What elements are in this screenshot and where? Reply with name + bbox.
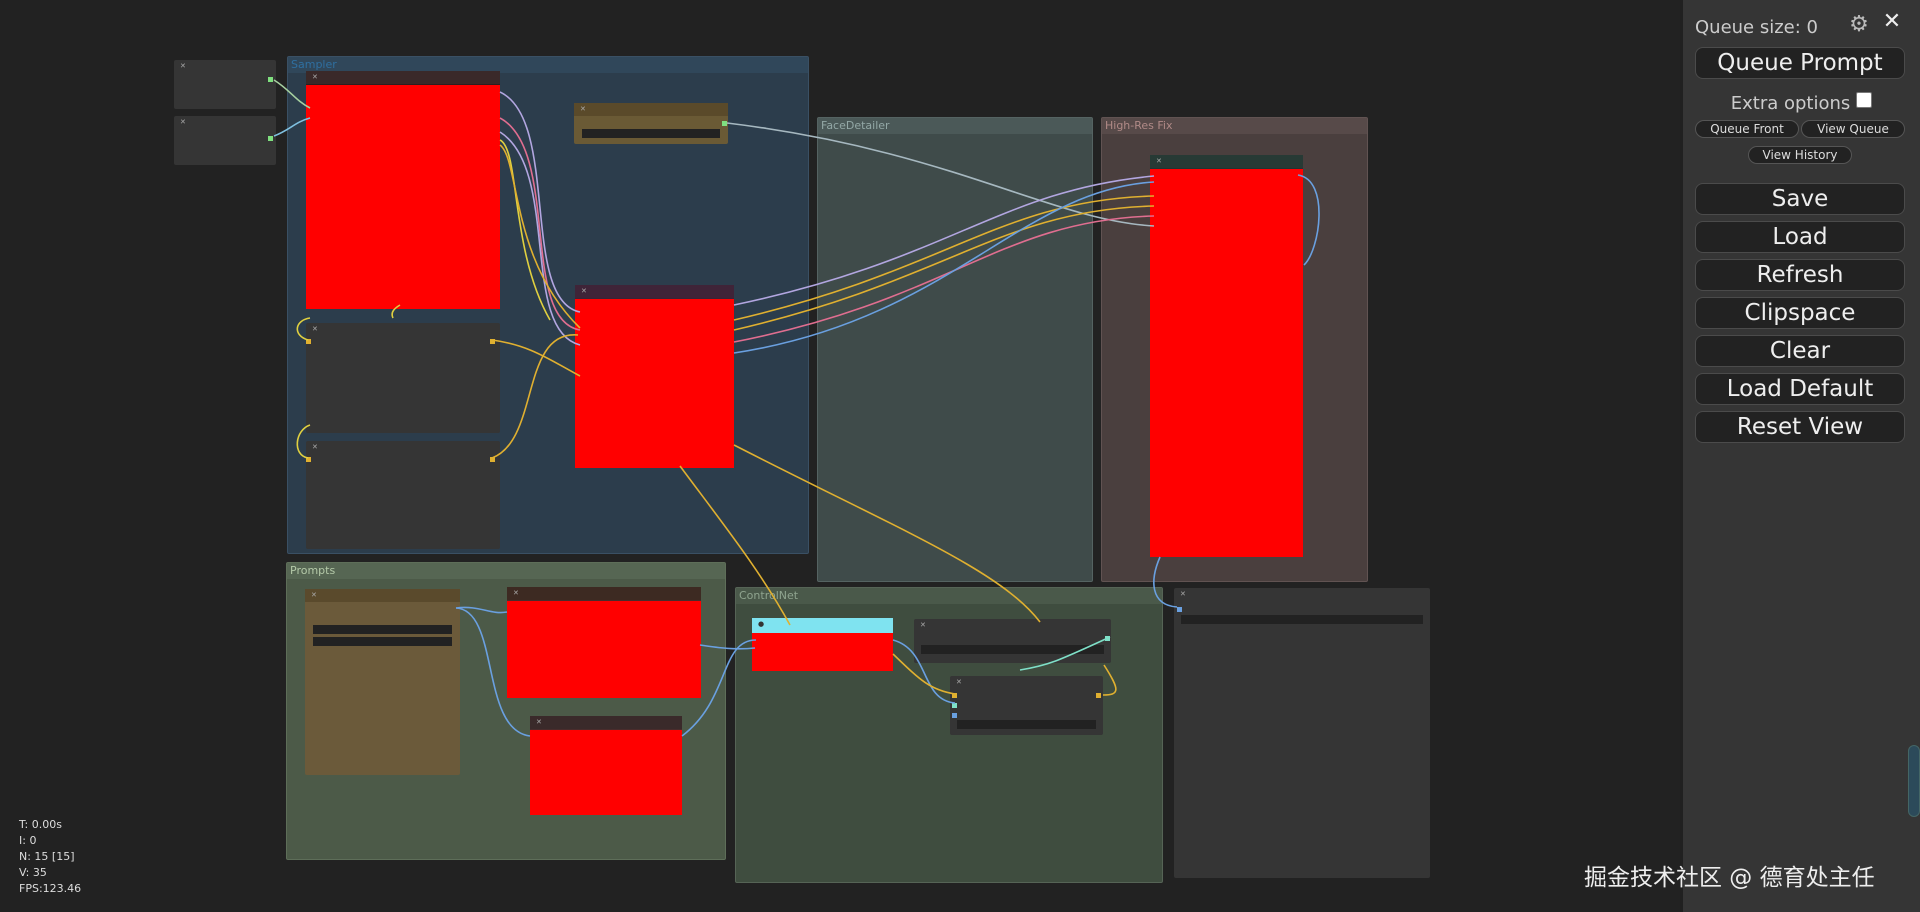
widget-value[interactable]: [957, 720, 1096, 729]
node-negative-prompt[interactable]: ✕: [530, 716, 682, 815]
save-button[interactable]: Save: [1695, 183, 1905, 215]
watermark-text: 掘金技术社区 @ 德育处主任: [1584, 865, 1875, 891]
render-stats: T: 0.00s I: 0 N: 15 [15] V: 35 FPS:123.4…: [19, 817, 81, 897]
node-header[interactable]: ✕: [306, 71, 500, 84]
input-slot[interactable]: [952, 713, 957, 718]
gear-icon[interactable]: ⚙: [1847, 13, 1871, 37]
node-body: [306, 85, 500, 309]
collapse-icon[interactable]: ✕: [580, 105, 586, 114]
queue-front-button[interactable]: Queue Front: [1695, 120, 1799, 138]
output-slot[interactable]: [490, 339, 495, 344]
load-default-button[interactable]: Load Default: [1695, 373, 1905, 405]
output-slot[interactable]: [1105, 636, 1110, 641]
input-slot[interactable]: [1177, 607, 1182, 612]
node-header[interactable]: ✕: [305, 589, 460, 602]
collapse-icon[interactable]: ✕: [312, 443, 318, 452]
group-title: High-Res Fix: [1102, 118, 1367, 134]
widget-value[interactable]: [313, 625, 452, 634]
node-controlnet-loader[interactable]: ✕: [914, 619, 1111, 663]
input-slot[interactable]: [952, 703, 957, 708]
node-header[interactable]: ●: [752, 618, 893, 632]
node-header[interactable]: ✕: [1150, 155, 1303, 168]
node-body: [507, 601, 701, 698]
widget-value[interactable]: [313, 637, 452, 646]
node-header[interactable]: ✕: [530, 716, 682, 729]
node-controlnet-apply[interactable]: ✕: [950, 676, 1103, 735]
clipspace-button[interactable]: Clipspace: [1695, 297, 1905, 329]
refresh-button[interactable]: Refresh: [1695, 259, 1905, 291]
node-body: [575, 299, 734, 468]
widget-value[interactable]: [582, 129, 720, 138]
collapse-icon[interactable]: ✕: [1180, 590, 1186, 599]
collapse-icon[interactable]: ✕: [1156, 157, 1162, 166]
output-slot[interactable]: [1096, 693, 1101, 698]
side-menu: Queue size: 0 ⚙ ✕ Queue Prompt Extra opt…: [1683, 0, 1920, 912]
node-preview[interactable]: ✕: [1174, 588, 1430, 878]
collapse-icon[interactable]: ✕: [311, 591, 317, 600]
view-history-button[interactable]: View History: [1748, 146, 1852, 164]
output-slot[interactable]: [722, 121, 727, 126]
node-body: [530, 730, 682, 815]
extra-options: Extra options: [1683, 92, 1920, 114]
node-body: [1150, 169, 1303, 557]
stat-iter: I: 0: [19, 834, 37, 847]
collapse-icon[interactable]: ✕: [180, 118, 186, 127]
stat-fps: FPS:123.46: [19, 882, 82, 895]
node-hires[interactable]: ✕: [1150, 155, 1303, 557]
collapse-icon[interactable]: ✕: [312, 325, 318, 334]
node-positive-prompt[interactable]: ✕: [507, 587, 701, 698]
node-small-1[interactable]: ✕: [174, 60, 276, 109]
input-slot[interactable]: [306, 457, 311, 462]
close-icon[interactable]: ✕: [1881, 11, 1903, 33]
node-text-input[interactable]: ✕: [305, 589, 460, 775]
extra-options-label: Extra options: [1730, 93, 1851, 114]
reset-view-button[interactable]: Reset View: [1695, 411, 1905, 443]
stat-nodes: N: 15 [15]: [19, 850, 75, 863]
group-title: FaceDetailer: [818, 118, 1092, 134]
output-slot[interactable]: [268, 136, 273, 141]
node-controlnet-selected[interactable]: ●: [752, 618, 893, 671]
collapse-icon[interactable]: ✕: [312, 73, 318, 82]
queue-prompt-button[interactable]: Queue Prompt: [1695, 47, 1905, 79]
view-queue-button[interactable]: View Queue: [1801, 120, 1905, 138]
collapse-icon[interactable]: ✕: [513, 589, 519, 598]
collapse-icon[interactable]: ✕: [180, 62, 186, 71]
node-empty-1[interactable]: ✕: [306, 323, 500, 433]
output-slot[interactable]: [490, 457, 495, 462]
clear-button[interactable]: Clear: [1695, 335, 1905, 367]
widget-value[interactable]: [1181, 615, 1423, 624]
node-canvas[interactable]: Sampler FaceDetailer High-Res Fix Prompt…: [0, 0, 1680, 912]
collapse-icon[interactable]: ✕: [956, 678, 962, 687]
node-empty-2[interactable]: ✕: [306, 441, 500, 549]
node-sampler-main[interactable]: ✕: [306, 71, 500, 309]
stat-time: T: 0.00s: [19, 818, 62, 831]
stat-vertices: V: 35: [19, 866, 47, 879]
input-slot[interactable]: [952, 693, 957, 698]
scroll-indicator[interactable]: [1908, 745, 1920, 817]
node-header[interactable]: ✕: [507, 587, 701, 600]
load-button[interactable]: Load: [1695, 221, 1905, 253]
extra-options-checkbox[interactable]: [1856, 92, 1873, 108]
group-face-detailer[interactable]: FaceDetailer: [817, 117, 1093, 582]
output-slot[interactable]: [268, 77, 273, 82]
node-primitive[interactable]: ✕: [574, 103, 728, 144]
collapse-icon[interactable]: ✕: [536, 718, 542, 727]
group-title: ControlNet: [736, 588, 1162, 604]
collapse-icon[interactable]: ✕: [920, 621, 926, 630]
collapse-icon[interactable]: ✕: [581, 287, 587, 296]
widget-value[interactable]: [921, 645, 1104, 654]
group-title: Prompts: [287, 563, 725, 579]
node-body: [752, 633, 893, 671]
queue-size-label: Queue size: 0: [1695, 17, 1818, 38]
input-slot[interactable]: [306, 339, 311, 344]
node-ksampler[interactable]: ✕: [575, 285, 734, 468]
node-header[interactable]: ✕: [575, 285, 734, 298]
node-header[interactable]: ✕: [574, 103, 728, 116]
node-small-2[interactable]: ✕: [174, 116, 276, 165]
collapse-icon[interactable]: ●: [758, 620, 764, 629]
